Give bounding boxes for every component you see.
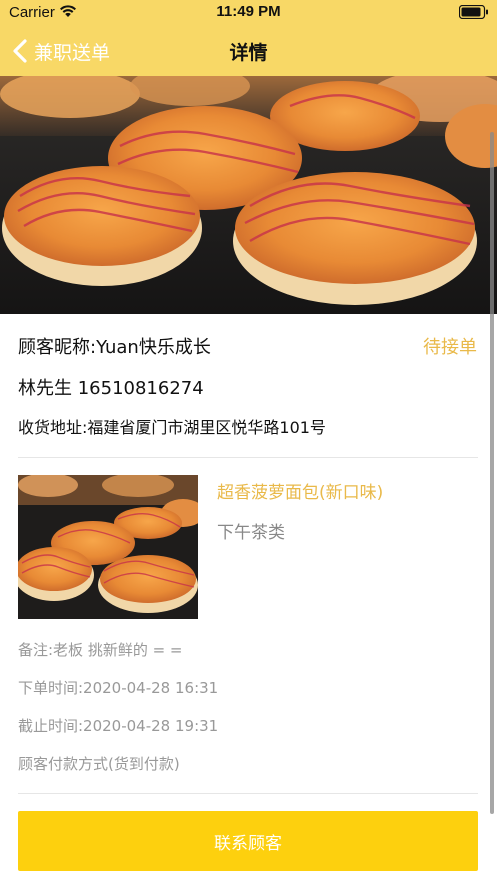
customer-nickname: 顾客昵称:Yuan快乐成长 [18,337,211,358]
scroll-indicator[interactable] [490,132,494,814]
product-category: 下午茶类 [217,523,285,543]
contact-customer-button[interactable]: 联系顾客 [18,811,478,871]
section-divider [18,793,478,794]
customer-contact: 林先生 16510816274 [18,378,204,399]
product-name: 超香菠萝面包(新口味) [217,483,384,503]
product-hero-image [0,76,497,314]
payment-method: 顾客付款方式(货到付款) [18,755,180,773]
order-status-badge: 待接单 [423,337,477,358]
delivery-address: 收货地址:福建省厦门市湖里区悦华路101号 [18,418,326,437]
deadline-time: 截止时间:2020-04-28 19:31 [18,717,219,735]
section-divider [18,457,478,458]
page-title: 详情 [229,42,268,64]
clock-label: 11:49 PM [216,3,281,20]
navigation-bar: 兼职送单 详情 [0,26,497,76]
product-thumbnail [18,475,198,619]
battery-icon [459,5,488,19]
status-bar: Carrier 11:49 PM [0,0,497,26]
order-time: 下单时间:2020-04-28 16:31 [18,679,219,697]
order-note: 备注:老板 挑新鲜的 = = [18,641,183,659]
